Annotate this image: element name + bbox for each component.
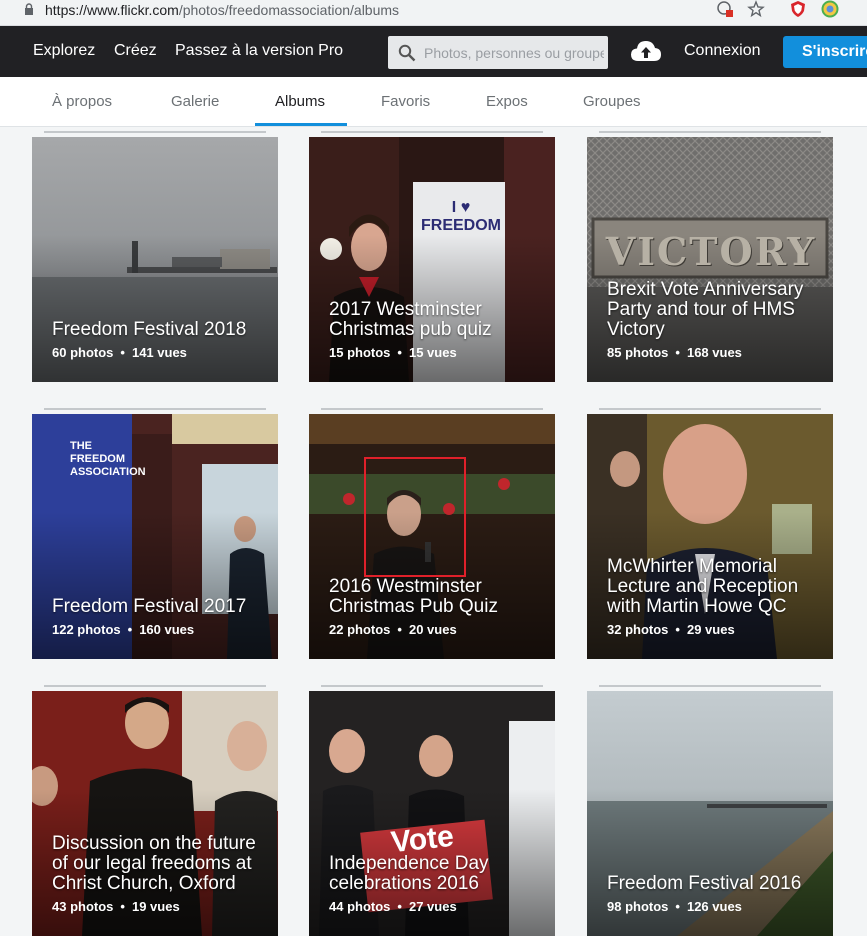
album-title: Freedom Festival 2018	[52, 319, 247, 340]
star-icon[interactable]	[747, 0, 765, 18]
tab-galleries-expos[interactable]: Expos	[486, 93, 528, 110]
album-stats: 43 photos • 19 vues	[52, 899, 180, 914]
album-stats: 98 photos • 126 vues	[607, 899, 742, 914]
search-icon	[398, 44, 416, 62]
album-photo-count: 32 photos	[607, 622, 669, 637]
album-view-count: 126 vues	[686, 899, 742, 914]
album-card[interactable]: Discussion on the future of our legal fr…	[32, 691, 278, 936]
album-stack-edge	[321, 685, 543, 688]
album-stats: 15 photos • 15 vues	[329, 345, 457, 360]
album-view-count: 168 vues	[686, 345, 742, 360]
separator-dot: •	[675, 345, 680, 360]
album-title: Independence Day celebrations 2016	[329, 853, 489, 894]
album-card[interactable]: Freedom Festival 2016 98 photos • 126 vues	[587, 691, 833, 936]
album-title: Freedom Festival 2016	[607, 873, 802, 894]
album-stats: 22 photos • 20 vues	[329, 622, 457, 637]
album-view-count: 160 vues	[139, 622, 195, 637]
tfa-banner-text: THE FREEDOM ASSOCIATION	[70, 440, 146, 478]
album-view-count: 29 vues	[686, 622, 735, 637]
album-stack-edge	[44, 408, 266, 411]
login-link[interactable]: Connexion	[684, 42, 761, 60]
album-card[interactable]: I ♥ FREEDOM 2017 Westminster Christmas p…	[309, 137, 555, 382]
search-input[interactable]	[424, 36, 604, 69]
album-title: Brexit Vote Anniversary Party and tour o…	[607, 279, 804, 340]
separator-dot: •	[397, 622, 402, 637]
tab-gallery[interactable]: Galerie	[171, 93, 219, 110]
translate-icon[interactable]	[716, 0, 734, 18]
album-stats: 32 photos • 29 vues	[607, 622, 735, 637]
album-photo-count: 98 photos	[607, 899, 669, 914]
extension-globe-icon[interactable]	[821, 0, 839, 18]
album-title: Discussion on the future of our legal fr…	[52, 833, 256, 894]
separator-dot: •	[397, 345, 402, 360]
separator-dot: •	[675, 899, 680, 914]
album-card[interactable]: Freedom Festival 2018 60 photos • 141 vues	[32, 137, 278, 382]
album-stats: 44 photos • 27 vues	[329, 899, 457, 914]
album-stack-edge	[44, 685, 266, 688]
album-photo-count: 122 photos	[52, 622, 121, 637]
highlight-box	[364, 457, 466, 577]
tab-groups[interactable]: Groupes	[583, 93, 641, 110]
album-photo-count: 15 photos	[329, 345, 391, 360]
album-title: 2016 Westminster Christmas Pub Quiz	[329, 576, 498, 617]
album-view-count: 27 vues	[408, 899, 457, 914]
album-stats: 60 photos • 141 vues	[52, 345, 187, 360]
top-navigation: Explorez Créez Passez à la version Pro C…	[0, 26, 867, 77]
album-stack-edge	[321, 131, 543, 134]
banner-heart-text: I ♥ FREEDOM	[421, 199, 501, 234]
separator-dot: •	[675, 622, 680, 637]
album-photo-count: 60 photos	[52, 345, 114, 360]
separator-dot: •	[397, 899, 402, 914]
album-view-count: 19 vues	[131, 899, 180, 914]
lock-icon	[25, 3, 33, 15]
album-stats: 122 photos • 160 vues	[52, 622, 194, 637]
album-stack-edge	[599, 408, 821, 411]
url-domain: https://www.flickr.com	[45, 2, 179, 18]
search-box[interactable]	[388, 36, 608, 69]
separator-dot: •	[120, 345, 125, 360]
album-stack-edge	[44, 131, 266, 134]
album-card[interactable]: Vote Independence Day celebrations 2016 …	[309, 691, 555, 936]
tab-about[interactable]: À propos	[52, 93, 112, 110]
url-path: /photos/freedomassociation/albums	[178, 2, 400, 18]
signup-button[interactable]: S'inscrire	[783, 36, 867, 68]
tab-albums[interactable]: Albums	[275, 93, 325, 110]
profile-tabs: À propos Galerie Albums Favoris Expos Gr…	[0, 77, 867, 127]
album-photo-count: 43 photos	[52, 899, 114, 914]
album-view-count: 15 vues	[408, 345, 457, 360]
album-photo-count: 85 photos	[607, 345, 669, 360]
album-card[interactable]: VICTORY Brexit Vote Anniversary Party an…	[587, 137, 833, 382]
album-title: 2017 Westminster Christmas pub quiz	[329, 299, 492, 340]
tab-favorites[interactable]: Favoris	[381, 93, 430, 110]
separator-dot: •	[120, 899, 125, 914]
upload-cloud-icon[interactable]	[630, 39, 662, 63]
shield-extension-icon[interactable]	[789, 0, 807, 18]
album-view-count: 20 vues	[408, 622, 457, 637]
active-tab-indicator	[255, 123, 347, 126]
nav-create-link[interactable]: Créez	[114, 42, 157, 60]
nav-explore-link[interactable]: Explorez	[33, 42, 95, 60]
victory-sign-text: VICTORY	[605, 229, 817, 274]
album-stats: 85 photos • 168 vues	[607, 345, 742, 360]
album-stack-edge	[599, 131, 821, 134]
browser-address-bar[interactable]: https://www.flickr.com/photos/freedomass…	[0, 0, 867, 26]
album-title: McWhirter Memorial Lecture and Reception…	[607, 556, 799, 617]
album-title: Freedom Festival 2017	[52, 596, 247, 617]
url-text[interactable]: https://www.flickr.com/photos/freedomass…	[45, 2, 399, 18]
nav-pro-link[interactable]: Passez à la version Pro	[175, 42, 343, 60]
album-photo-count: 44 photos	[329, 899, 391, 914]
album-view-count: 141 vues	[131, 345, 187, 360]
album-card[interactable]: 2016 Westminster Christmas Pub Quiz 22 p…	[309, 414, 555, 659]
album-photo-count: 22 photos	[329, 622, 391, 637]
separator-dot: •	[127, 622, 133, 637]
album-card[interactable]: THE FREEDOM ASSOCIATION Freedom Festival…	[32, 414, 278, 659]
album-card[interactable]: McWhirter Memorial Lecture and Reception…	[587, 414, 833, 659]
album-stack-edge	[599, 685, 821, 688]
album-stack-edge	[321, 408, 543, 411]
